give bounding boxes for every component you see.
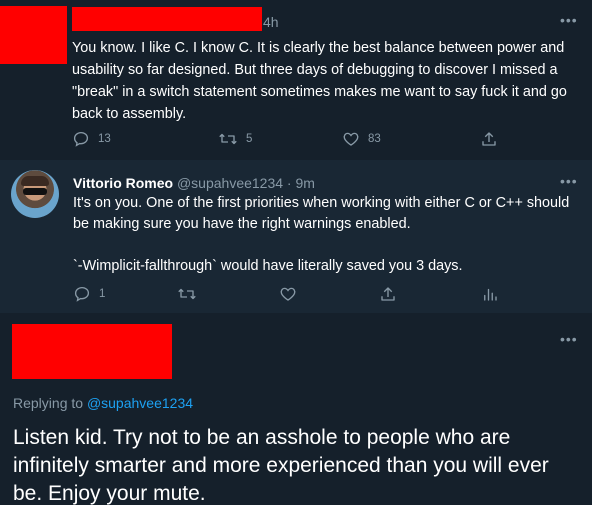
- replying-label: Replying to: [13, 395, 84, 411]
- like-button[interactable]: [279, 285, 297, 303]
- retweet-count: 5: [246, 133, 253, 145]
- display-name[interactable]: Vittorio Romeo: [73, 175, 173, 191]
- tweet-focused[interactable]: ••• Replying to @supahvee1234 Listen kid…: [0, 313, 592, 505]
- more-options-button[interactable]: •••: [560, 331, 578, 347]
- tweet-actions: 13 5 83: [72, 130, 572, 150]
- redacted-username: [72, 7, 262, 31]
- tweet-thread: 4h ••• You know. I like C. I know C. It …: [0, 0, 592, 505]
- avatar-hair: [21, 176, 49, 186]
- share-button[interactable]: [480, 130, 498, 148]
- handle-and-time[interactable]: @supahvee1234 · 9m: [177, 175, 315, 191]
- replying-handle-link[interactable]: @supahvee1234: [87, 395, 193, 411]
- like-button[interactable]: 83: [342, 130, 381, 148]
- redacted-avatar: [0, 6, 67, 64]
- retweet-button[interactable]: [177, 285, 197, 303]
- more-options-button[interactable]: •••: [560, 12, 578, 28]
- retweet-icon: [177, 285, 197, 303]
- tweet-text-paragraph: It's on you. One of the first priorities…: [73, 195, 570, 232]
- reply-count: 1: [99, 288, 106, 300]
- retweet-icon: [218, 130, 238, 148]
- tweet-header: Vittorio Romeo @supahvee1234 · 9m: [73, 174, 315, 192]
- share-icon: [379, 285, 397, 303]
- share-button[interactable]: [379, 285, 397, 303]
- analytics-button[interactable]: [481, 285, 499, 303]
- tweet-original[interactable]: 4h ••• You know. I like C. I know C. It …: [0, 0, 592, 160]
- tweet-text: Listen kid. Try not to be an asshole to …: [13, 426, 549, 505]
- tweet-text-paragraph: `-Wimplicit-fallthrough` would have lite…: [73, 258, 463, 274]
- reply-button[interactable]: 13: [72, 130, 111, 148]
- more-options-button[interactable]: •••: [560, 173, 578, 189]
- heart-icon: [279, 285, 297, 303]
- like-count: 83: [368, 133, 381, 145]
- reply-count: 13: [98, 133, 111, 145]
- reply-icon: [73, 285, 91, 303]
- analytics-icon: [481, 285, 499, 303]
- reply-button[interactable]: 1: [73, 285, 105, 303]
- share-icon: [480, 130, 498, 148]
- tweet-time[interactable]: 4h: [263, 13, 279, 31]
- tweet-actions: 1: [73, 285, 573, 305]
- avatar-glasses: [23, 188, 47, 195]
- retweet-button[interactable]: 5: [218, 130, 252, 148]
- reply-icon: [72, 130, 90, 148]
- replying-to: Replying to @supahvee1234: [13, 395, 193, 411]
- redacted-user-info: [12, 324, 172, 379]
- tweet-text: It's on you. One of the first priorities…: [73, 193, 573, 277]
- avatar[interactable]: [11, 170, 59, 218]
- tweet-text: You know. I like C. I know C. It is clea…: [72, 40, 567, 122]
- heart-icon: [342, 130, 360, 148]
- tweet-reply[interactable]: Vittorio Romeo @supahvee1234 · 9m ••• It…: [0, 160, 592, 313]
